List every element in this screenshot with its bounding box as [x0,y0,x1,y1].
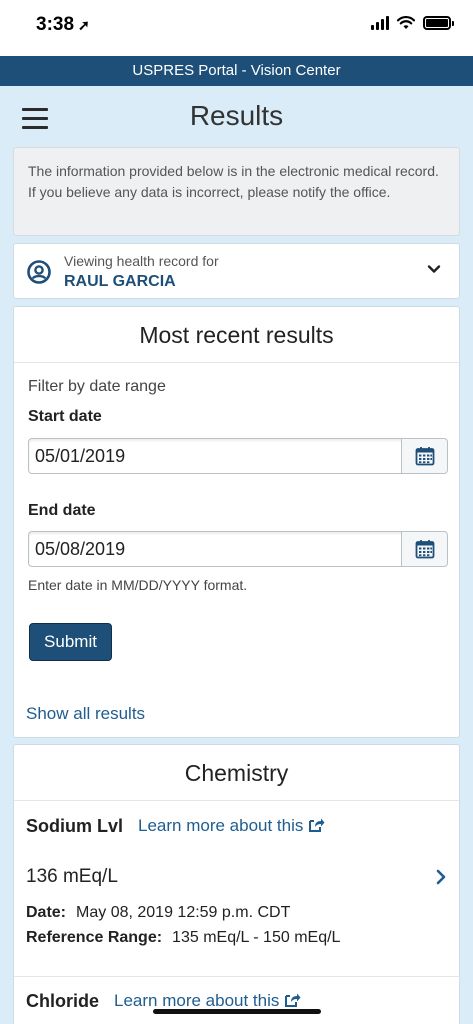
learn-more-text: Learn more about this [138,816,304,835]
start-date-field [28,438,448,474]
test-name: Chloride [26,991,100,1011]
end-date-input[interactable] [29,532,401,566]
page-title: Results [189,100,284,131]
start-date-label: Start date [28,408,102,425]
home-indicator[interactable] [153,1009,321,1014]
wifi-icon [397,16,415,29]
start-date-input[interactable] [29,439,401,473]
portal-title-bar: USPRES Portal - Vision Center [0,56,473,86]
calendar-icon [415,447,434,466]
range-value: 135 mEq/L - 150 mEq/L [172,929,341,946]
result-date: Date: May 08, 2019 12:59 p.m. CDT [26,904,290,922]
chevron-down-icon[interactable] [427,262,441,276]
external-link-icon [285,993,301,1007]
user-circle-icon [27,260,51,284]
results-card-title: Most recent results [14,307,459,363]
date-label: Date: [26,904,67,921]
info-notice: The information provided below is in the… [13,147,460,236]
row-divider [14,976,461,977]
test-name: Sodium Lvl [26,816,124,836]
end-date-calendar-button[interactable] [401,532,447,566]
chemistry-title: Chemistry [14,745,459,801]
submit-button[interactable]: Submit [29,623,112,661]
filter-label: Filter by date range [28,378,166,395]
location-arrow-icon: ➚ [78,17,90,33]
range-label: Reference Range: [26,929,163,946]
end-date-field [28,531,448,567]
learn-more-text: Learn more about this [114,991,280,1010]
patient-selector[interactable]: Viewing health record for RAUL GARCIA [13,243,460,299]
status-bar: 3:38 ➚ [0,0,473,56]
date-format-hint: Enter date in MM/DD/YYYY format. [28,577,248,593]
cellular-signal-icon [371,16,389,30]
date-value: May 08, 2019 12:59 p.m. CDT [76,904,291,921]
reference-range: Reference Range: 135 mEq/L - 150 mEq/L [26,929,340,947]
end-date-label: End date [28,502,96,519]
clock-text: 3:38 [36,14,75,35]
results-filter-card: Most recent results Filter by date range… [13,306,460,738]
start-date-calendar-button[interactable] [401,439,447,473]
status-time: 3:38 ➚ [36,14,90,36]
show-all-results-link[interactable]: Show all results [26,704,145,724]
patient-name: RAUL GARCIA [64,273,176,290]
learn-more-link[interactable]: Learn more about this [138,816,325,836]
battery-icon [423,16,454,30]
chevron-right-icon[interactable] [435,869,447,885]
calendar-icon [415,540,434,559]
learn-more-link[interactable]: Learn more about this [114,991,301,1011]
status-icons [371,16,454,30]
test-value: 136 mEq/L [26,866,118,887]
external-link-icon [309,818,325,832]
page-header: Results [0,86,473,146]
chemistry-card: Chemistry Sodium Lvl Learn more about th… [13,744,461,1024]
viewing-label: Viewing health record for [64,253,219,269]
